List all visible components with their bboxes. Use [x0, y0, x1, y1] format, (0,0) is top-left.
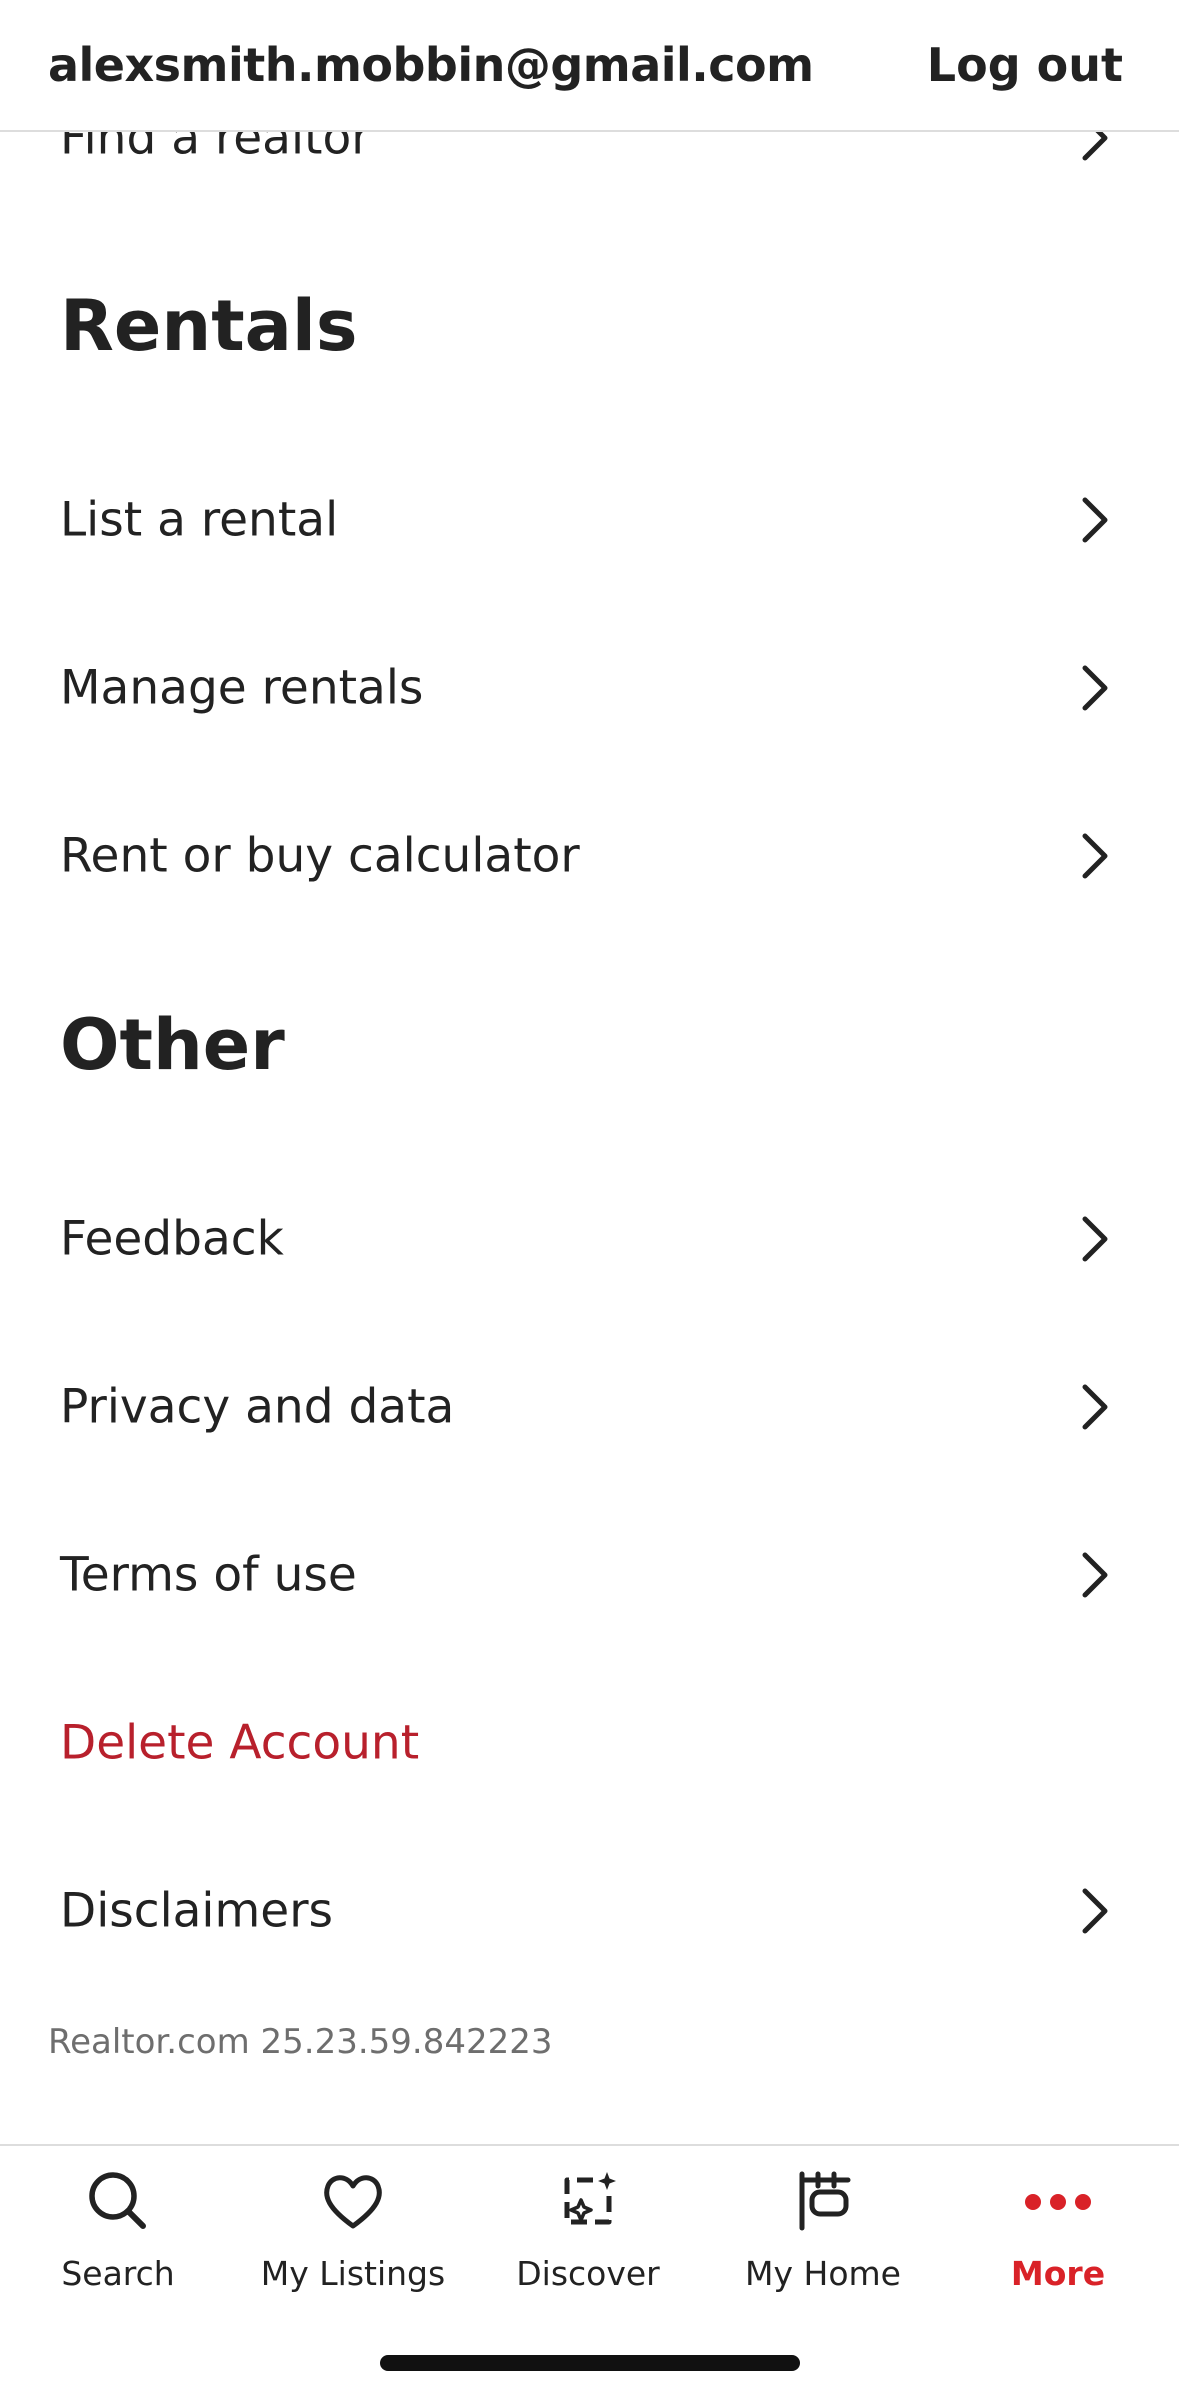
section-title-rentals: Rentals [60, 285, 358, 367]
app-version-text: Realtor.com 25.23.59.842223 [48, 2022, 553, 2062]
home-indicator [380, 2355, 800, 2371]
menu-item-rent-or-buy-calculator[interactable]: Rent or buy calculator [0, 796, 1179, 916]
account-header: alexsmith.mobbin@gmail.com Log out [0, 0, 1179, 132]
tab-label: More [1010, 2254, 1106, 2293]
menu-item-label: List a rental [60, 492, 339, 548]
chevron-right-icon [1082, 1552, 1108, 1598]
menu-item-label: Disclaimers [60, 1883, 334, 1939]
menu-item-manage-rentals[interactable]: Manage rentals [0, 628, 1179, 748]
tab-more[interactable]: More [940, 2166, 1176, 2316]
tab-discover[interactable]: Discover [470, 2166, 706, 2316]
menu-item-label: Rent or buy calculator [60, 828, 580, 884]
menu-item-list-a-rental[interactable]: List a rental [0, 460, 1179, 580]
tab-my-listings[interactable]: My Listings [235, 2166, 471, 2316]
tab-label: My Listings [260, 2254, 446, 2293]
account-email: alexsmith.mobbin@gmail.com [48, 38, 814, 92]
more-dots-icon [1025, 2194, 1091, 2210]
search-icon [89, 2172, 146, 2229]
menu-item-delete-account[interactable]: Delete Account [0, 1683, 1179, 1803]
chevron-right-icon [1082, 665, 1108, 711]
my-home-icon [799, 2171, 851, 2231]
menu-item-privacy-and-data[interactable]: Privacy and data [0, 1347, 1179, 1467]
menu-item-label: Feedback [60, 1211, 284, 1267]
menu-item-terms-of-use[interactable]: Terms of use [0, 1515, 1179, 1635]
section-title-other: Other [60, 1004, 285, 1086]
tab-label: Search [61, 2254, 175, 2293]
menu-item-label: Terms of use [60, 1547, 357, 1603]
tab-label: Discover [516, 2254, 660, 2293]
more-screen: Find a realtor Rentals List a rental Man… [0, 0, 1179, 2396]
chevron-right-icon [1082, 1384, 1108, 1430]
menu-item-label: Manage rentals [60, 660, 424, 716]
logout-button[interactable]: Log out [927, 38, 1123, 92]
heart-icon [324, 2175, 382, 2229]
tab-label: My Home [745, 2254, 901, 2293]
discover-icon [564, 2172, 616, 2225]
tab-search[interactable]: Search [0, 2166, 236, 2316]
chevron-right-icon [1082, 833, 1108, 879]
menu-item-label: Privacy and data [60, 1379, 455, 1435]
chevron-right-icon [1082, 1888, 1108, 1934]
chevron-right-icon [1082, 497, 1108, 543]
chevron-right-icon [1082, 1216, 1108, 1262]
menu-item-feedback[interactable]: Feedback [0, 1179, 1179, 1299]
menu-item-disclaimers[interactable]: Disclaimers [0, 1851, 1179, 1971]
delete-account-label: Delete Account [60, 1715, 420, 1771]
tab-my-home[interactable]: My Home [705, 2166, 941, 2316]
